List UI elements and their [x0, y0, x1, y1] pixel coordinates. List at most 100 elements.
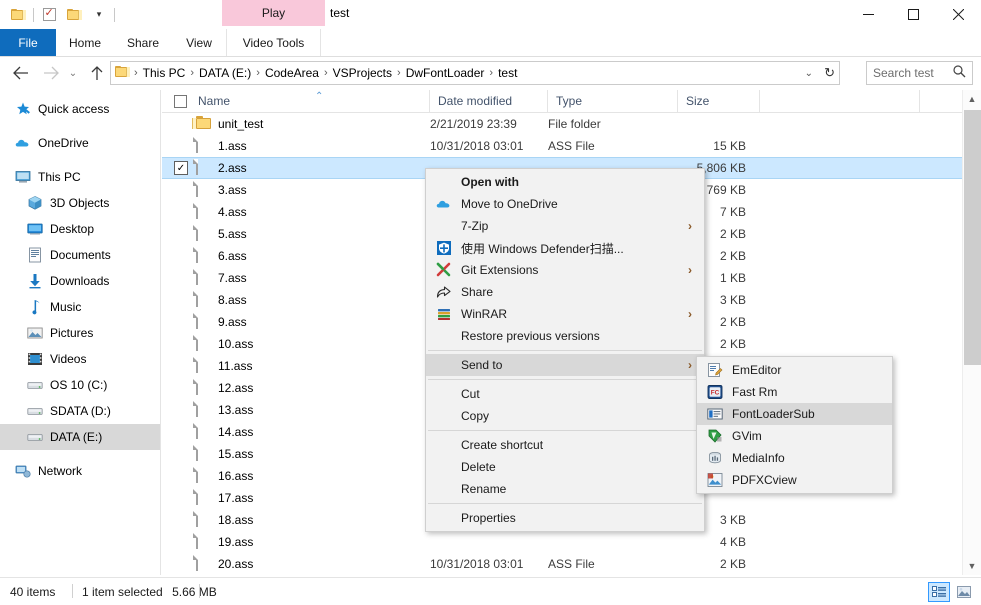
- breadcrumb-item-test[interactable]: test: [494, 64, 521, 82]
- properties-icon[interactable]: [39, 4, 59, 25]
- vertical-scrollbar[interactable]: ▲ ▼: [962, 90, 981, 575]
- column-header-size[interactable]: Size: [678, 90, 760, 112]
- submenu-item-fast-rm[interactable]: FC Fast Rm: [697, 381, 892, 403]
- 3d-objects-icon: [26, 195, 44, 211]
- new-folder-icon[interactable]: [64, 4, 84, 25]
- sidebar-item-videos[interactable]: Videos: [0, 346, 160, 372]
- sidebar-item-this-pc[interactable]: This PC: [0, 164, 160, 190]
- menu-item-create-shortcut[interactable]: Create shortcut: [426, 434, 704, 456]
- row-checkbox[interactable]: ✓: [174, 161, 188, 175]
- column-header-empty[interactable]: [760, 90, 920, 112]
- search-input[interactable]: Search test: [866, 61, 973, 85]
- scrollbar-thumb[interactable]: [964, 110, 981, 365]
- submenu-item-fontloadersub[interactable]: FontLoaderSub: [697, 403, 892, 425]
- menu-item-winrar[interactable]: WinRAR ›: [426, 303, 704, 325]
- tab-video-tools-label: Video Tools: [242, 35, 305, 50]
- sidebar-item-pictures[interactable]: Pictures: [0, 320, 160, 346]
- file-name: 6.ass: [218, 249, 247, 263]
- star-pin-icon: [14, 101, 32, 117]
- onedrive-icon: [436, 196, 452, 212]
- sidebar-item-desktop[interactable]: Desktop: [0, 216, 160, 242]
- back-arrow-icon[interactable]: [8, 61, 34, 85]
- sidebar-item-data-e[interactable]: DATA (E:): [0, 424, 160, 450]
- sidebar-item-downloads[interactable]: Downloads: [0, 268, 160, 294]
- sidebar-item-network[interactable]: Network: [0, 458, 160, 484]
- breadcrumb-item-data-e[interactable]: DATA (E:): [195, 64, 255, 82]
- menu-item-restore-previous-versions[interactable]: Restore previous versions: [426, 325, 704, 347]
- sidebar-item-music[interactable]: Music: [0, 294, 160, 320]
- menu-item-copy[interactable]: Copy: [426, 405, 704, 427]
- network-icon: [14, 463, 32, 479]
- scroll-down-icon[interactable]: ▼: [963, 557, 981, 575]
- menu-item-label: 使用 Windows Defender扫描...: [461, 241, 624, 256]
- git-extensions-icon: [436, 262, 452, 278]
- menu-item-send-to[interactable]: Send to ›: [426, 354, 704, 376]
- window-title: test: [330, 6, 350, 20]
- table-row[interactable]: ✓1.ass10/31/2018 03:01ASS File15 KB: [162, 135, 962, 157]
- menu-item-label: Restore previous versions: [461, 329, 600, 343]
- sidebar-item-onedrive[interactable]: OneDrive: [0, 130, 160, 156]
- table-row[interactable]: ✓unit_test2/21/2019 23:39File folder: [162, 113, 962, 135]
- sidebar-item-os-10-c[interactable]: OS 10 (C:): [0, 372, 160, 398]
- sidebar-item-3d-objects[interactable]: 3D Objects: [0, 190, 160, 216]
- tab-home[interactable]: Home: [58, 29, 112, 56]
- menu-item-move-to-onedrive[interactable]: Move to OneDrive: [426, 193, 704, 215]
- file-size: 4 KB: [719, 535, 746, 549]
- up-arrow-icon[interactable]: [84, 61, 110, 85]
- recent-locations-chevron-down-icon[interactable]: ⌄: [64, 61, 82, 85]
- submenu-item-gvim[interactable]: GVim: [697, 425, 892, 447]
- send-to-submenu: EmEditor FC Fast Rm FontLoaderSub GVim MediaI…: [696, 356, 893, 494]
- large-icons-view-icon[interactable]: [953, 582, 975, 602]
- submenu-item-pdfxcview[interactable]: PDFXCview: [697, 469, 892, 491]
- menu-item-share[interactable]: Share: [426, 281, 704, 303]
- menu-item-7-zip[interactable]: 7-Zip ›: [426, 215, 704, 237]
- file-name: unit_test: [218, 117, 264, 131]
- scroll-up-icon[interactable]: ▲: [963, 90, 981, 108]
- chevron-right-icon: ›: [688, 358, 692, 372]
- tab-share[interactable]: Share: [116, 29, 170, 56]
- menu-item-properties[interactable]: Properties: [426, 507, 704, 529]
- breadcrumb[interactable]: › This PC › DATA (E:) › CodeArea › VSPro…: [110, 61, 840, 85]
- sidebar-item-quick-access[interactable]: Quick access: [0, 96, 160, 122]
- refresh-icon[interactable]: ↻: [824, 65, 835, 81]
- maximize-icon[interactable]: [891, 0, 936, 29]
- breadcrumb-item-codearea[interactable]: CodeArea: [261, 64, 323, 82]
- column-header-type[interactable]: Type: [548, 90, 678, 112]
- menu-item-cut[interactable]: Cut: [426, 383, 704, 405]
- submenu-item-mediainfo[interactable]: MediaInfo: [697, 447, 892, 469]
- tab-video-tools[interactable]: Video Tools: [226, 29, 321, 56]
- customize-quick-access-caret[interactable]: ▾: [89, 4, 109, 25]
- forward-arrow-icon[interactable]: [38, 61, 64, 85]
- computer-icon: [14, 169, 32, 185]
- minimize-icon[interactable]: [846, 0, 891, 29]
- folder-icon[interactable]: [8, 4, 28, 25]
- close-icon[interactable]: [936, 0, 981, 29]
- menu-item-open-with[interactable]: Open with: [426, 171, 704, 193]
- file-explorer-window: ▾ Play test File Home Share View Video T…: [0, 0, 981, 605]
- tab-view[interactable]: View: [174, 29, 224, 56]
- menu-item-git-extensions[interactable]: Git Extensions ›: [426, 259, 704, 281]
- breadcrumb-item-dwfontloader[interactable]: DwFontLoader: [402, 64, 489, 82]
- shield-icon: [436, 240, 452, 256]
- sidebar-item-label: DATA (E:): [50, 430, 103, 444]
- breadcrumb-item-vsprojects[interactable]: VSProjects: [329, 64, 396, 82]
- breadcrumb-chevron-down-icon[interactable]: ⌄: [805, 68, 813, 79]
- details-view-icon[interactable]: [928, 582, 950, 602]
- column-header-name[interactable]: Name ⌃: [190, 90, 430, 112]
- status-selection-size: 5.66 MB: [172, 585, 217, 599]
- table-row[interactable]: ✓20.ass10/31/2018 03:01ASS File2 KB: [162, 553, 962, 575]
- search-placeholder: Search test: [873, 66, 934, 80]
- tab-file[interactable]: File: [0, 29, 56, 56]
- table-row[interactable]: ✓19.ass4 KB: [162, 531, 962, 553]
- breadcrumb-item-this-pc[interactable]: This PC: [139, 64, 190, 82]
- tab-play[interactable]: Play: [222, 0, 325, 26]
- menu-item-windows-defender[interactable]: 使用 Windows Defender扫描...: [426, 237, 704, 259]
- sidebar-item-sdata-d[interactable]: SDATA (D:): [0, 398, 160, 424]
- search-icon[interactable]: [953, 65, 966, 81]
- sidebar-item-documents[interactable]: Documents: [0, 242, 160, 268]
- column-header-date-modified[interactable]: Date modified: [430, 90, 548, 112]
- submenu-item-emeditor[interactable]: EmEditor: [697, 359, 892, 381]
- menu-item-delete[interactable]: Delete: [426, 456, 704, 478]
- menu-item-rename[interactable]: Rename: [426, 478, 704, 500]
- fontloadersub-icon: [707, 406, 723, 422]
